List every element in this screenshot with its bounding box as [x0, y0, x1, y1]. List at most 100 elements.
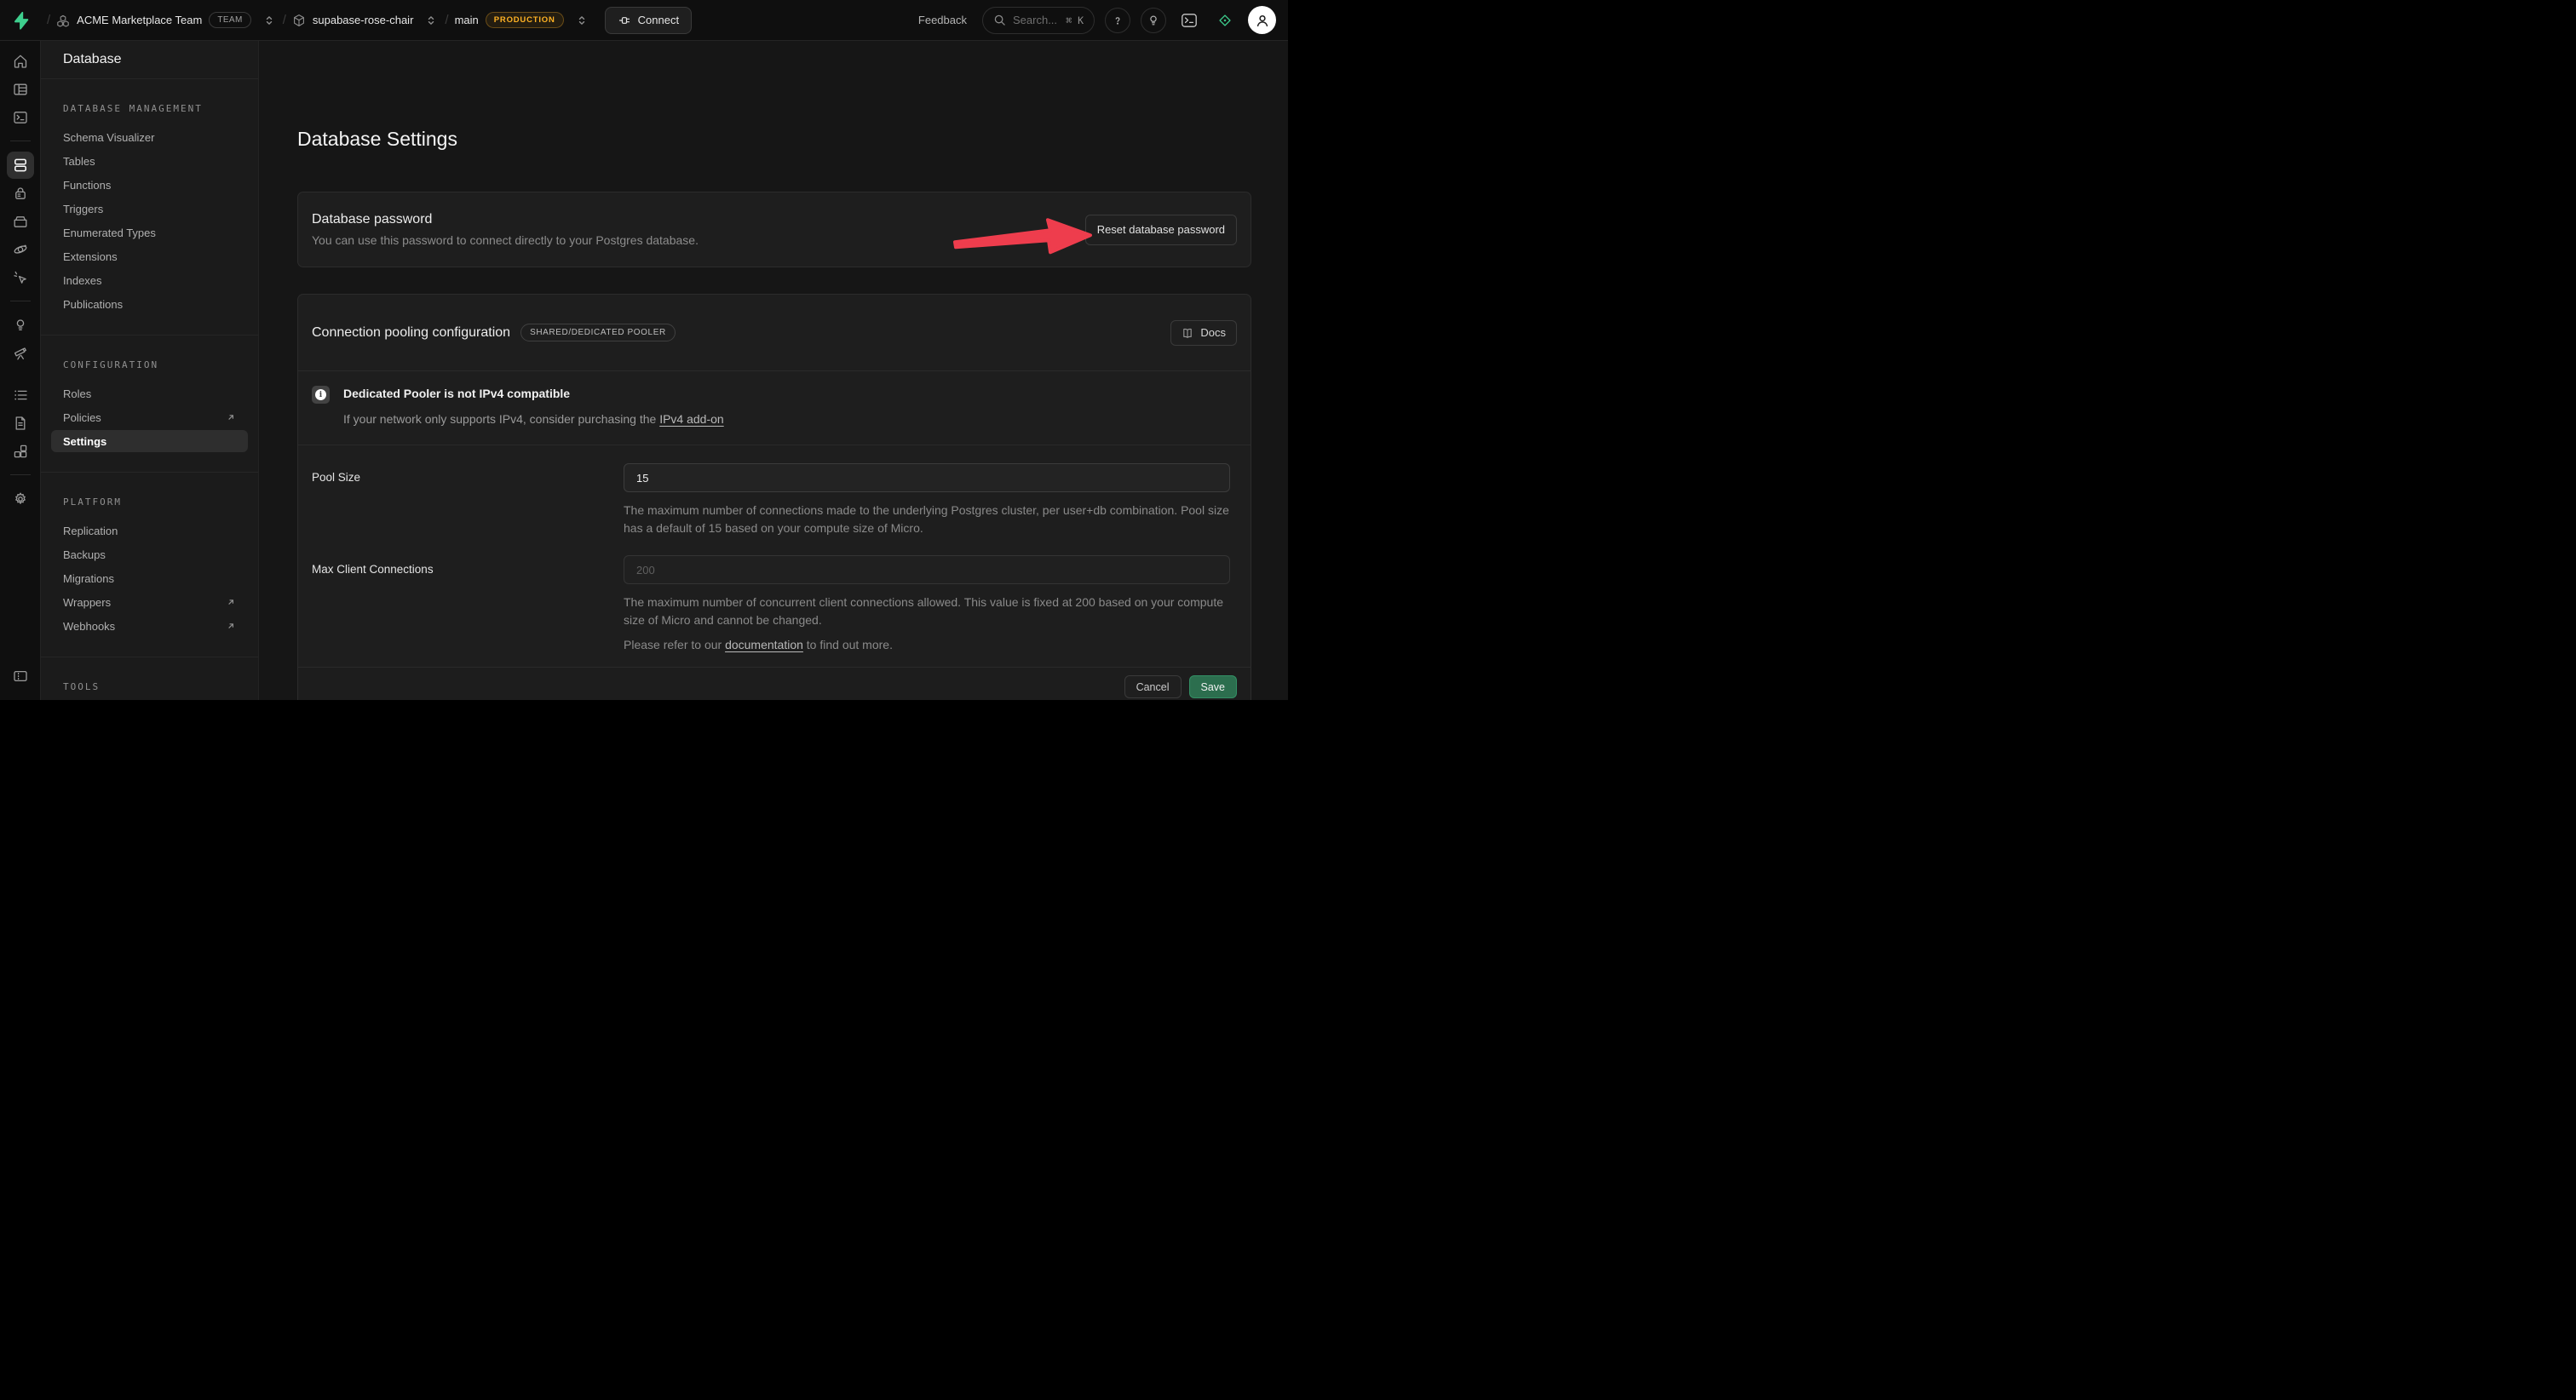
sidebar-item-webhooks[interactable]: Webhooks: [41, 614, 258, 638]
item-label: Enumerated Types: [63, 227, 156, 239]
table-editor-icon: [12, 81, 29, 98]
sidebar-item-database[interactable]: [7, 152, 34, 179]
search-icon: [993, 14, 1006, 26]
terminal-icon: [1180, 11, 1199, 30]
branch-selector-chevrons[interactable]: [574, 13, 589, 28]
sidebar-item-publications[interactable]: Publications: [41, 292, 258, 316]
project-name: supabase-rose-chair: [313, 14, 414, 26]
sidebar-item-project-settings[interactable]: [7, 485, 34, 513]
pool-size-field: The maximum number of connections made t…: [624, 463, 1230, 536]
sidebar-item-storage[interactable]: [7, 208, 34, 235]
item-label: Publications: [63, 298, 123, 311]
user-icon: [1255, 13, 1270, 28]
sidebar-item-backups[interactable]: Backups: [41, 542, 258, 566]
sidebar-item-extensions[interactable]: Extensions: [41, 244, 258, 268]
sidebar-item-replication[interactable]: Replication: [41, 519, 258, 542]
sidebar-item-wrappers[interactable]: Wrappers: [41, 590, 258, 614]
cancel-button[interactable]: Cancel: [1124, 675, 1182, 698]
organization-icon: [56, 14, 70, 27]
reset-database-password-button[interactable]: Reset database password: [1085, 215, 1237, 245]
max-client-connections-input[interactable]: [624, 555, 1230, 584]
sidebar-item-integrations[interactable]: [7, 438, 34, 465]
sidebar-item-advisors[interactable]: [7, 312, 34, 339]
sidebar-item-policies[interactable]: Policies: [41, 405, 258, 429]
password-card-description: You can use this password to connect dir…: [312, 233, 699, 247]
database-sidebar: Database DATABASE MANAGEMENT Schema Visu…: [41, 41, 259, 700]
sidebar-item-realtime[interactable]: [7, 264, 34, 291]
sidebar-item-sql-editor[interactable]: [7, 104, 34, 131]
section-label: DATABASE MANAGEMENT: [41, 103, 258, 114]
sidebar-item-authentication[interactable]: [7, 180, 34, 207]
sidebar-item-reports[interactable]: [7, 340, 34, 367]
sidebar-item-tables[interactable]: Tables: [41, 149, 258, 173]
help-button[interactable]: [1105, 8, 1130, 33]
section-database-management: DATABASE MANAGEMENT Schema Visualizer Ta…: [41, 79, 258, 336]
sidebar-header: Database: [41, 41, 258, 79]
breadcrumb-branch[interactable]: main PRODUCTION: [455, 12, 589, 28]
top-bar: / ACME Marketplace Team TEAM / supabase-…: [0, 0, 1288, 41]
ai-diamond-icon: [1216, 11, 1234, 30]
org-name: ACME Marketplace Team: [77, 14, 202, 26]
ipv4-addon-link[interactable]: IPv4 add-on: [659, 412, 724, 426]
advisors-lightbulb-icon: [12, 317, 29, 334]
item-label: Replication: [63, 525, 118, 537]
section-platform: PLATFORM Replication Backups Migrations …: [41, 473, 258, 657]
pooling-docs-button[interactable]: Docs: [1170, 320, 1237, 346]
search-input[interactable]: Search... ⌘ K: [982, 7, 1095, 34]
callout-desc-text: If your network only supports IPv4, cons…: [343, 412, 659, 426]
sidebar-item-schema-visualizer[interactable]: Schema Visualizer: [41, 125, 258, 149]
project-selector-chevrons[interactable]: [423, 13, 439, 28]
item-label: Migrations: [63, 572, 114, 585]
project-cube-icon: [292, 14, 306, 27]
org-selector-chevrons[interactable]: [262, 13, 277, 28]
sidebar-item-edge-functions[interactable]: [7, 236, 34, 263]
sidebar-item-table-editor[interactable]: [7, 76, 34, 103]
item-label: Webhooks: [63, 620, 115, 633]
lightbulb-icon: [1147, 14, 1160, 27]
database-password-card: Database password You can use this passw…: [297, 192, 1251, 267]
sidebar-item-functions[interactable]: Functions: [41, 173, 258, 197]
sidebar-item-home[interactable]: [7, 48, 34, 75]
section-tools: TOOLS: [41, 657, 258, 700]
sidebar-item-api-docs[interactable]: [7, 410, 34, 437]
item-label: Policies: [63, 411, 101, 424]
breadcrumb-separator: /: [283, 13, 286, 27]
documentation-link[interactable]: documentation: [725, 638, 803, 651]
pool-size-label: Pool Size: [312, 463, 624, 536]
sidebar-item-roles[interactable]: Roles: [41, 382, 258, 405]
max-client-connections-field: The maximum number of concurrent client …: [624, 555, 1230, 653]
main-content: Database Settings Database password You …: [259, 41, 1288, 700]
page-title: Database Settings: [297, 126, 1251, 152]
sidebar-item-triggers[interactable]: Triggers: [41, 197, 258, 221]
rail-divider: [10, 474, 31, 475]
collapse-sidebar-button[interactable]: [7, 663, 34, 690]
book-icon: [1182, 327, 1193, 339]
breadcrumb-separator: /: [445, 13, 448, 27]
pooling-form: Pool Size The maximum number of connecti…: [298, 445, 1251, 667]
reports-telescope-icon: [12, 345, 29, 362]
item-label: Functions: [63, 179, 111, 192]
feedback-button[interactable]: Feedback: [918, 14, 967, 26]
breadcrumb-project[interactable]: supabase-rose-chair: [292, 13, 440, 28]
api-docs-icon: [12, 415, 29, 432]
section-label: TOOLS: [41, 681, 258, 692]
sidebar-item-enumerated-types[interactable]: Enumerated Types: [41, 221, 258, 244]
section-configuration: CONFIGURATION Roles Policies Settings: [41, 336, 258, 473]
supabase-logo[interactable]: [0, 11, 41, 30]
user-avatar[interactable]: [1248, 6, 1276, 34]
sidebar-item-migrations[interactable]: Migrations: [41, 566, 258, 590]
password-card-text: Database password You can use this passw…: [312, 212, 699, 247]
breadcrumb-org[interactable]: ACME Marketplace Team TEAM: [56, 12, 277, 28]
sql-editor-icon: [12, 109, 29, 126]
sidebar-item-indexes[interactable]: Indexes: [41, 268, 258, 292]
hints-button[interactable]: [1141, 8, 1166, 33]
command-terminal-button[interactable]: [1176, 8, 1202, 33]
password-card-title: Database password: [312, 212, 699, 227]
connect-button[interactable]: Connect: [605, 7, 692, 34]
ai-assistant-button[interactable]: [1212, 8, 1238, 33]
docs-label: Docs: [1200, 326, 1226, 339]
pool-size-input[interactable]: [624, 463, 1230, 492]
save-button[interactable]: Save: [1189, 675, 1238, 698]
sidebar-item-logs[interactable]: [7, 382, 34, 409]
sidebar-item-settings[interactable]: Settings: [51, 430, 248, 452]
